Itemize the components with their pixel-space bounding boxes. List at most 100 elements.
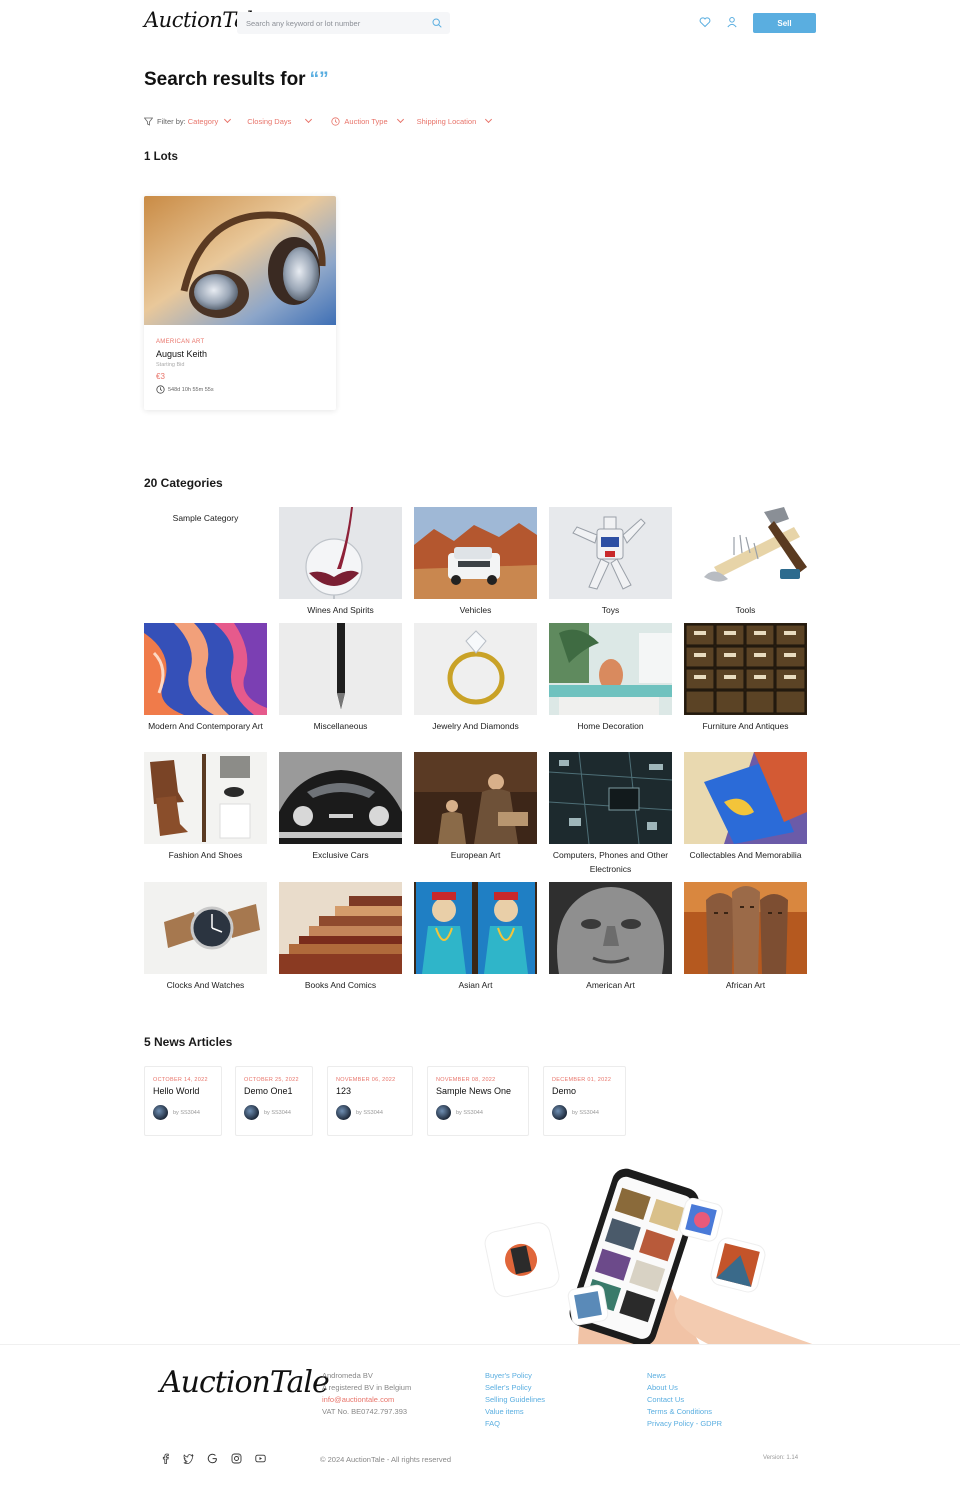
chevron-down-icon: [396, 115, 404, 124]
sell-button[interactable]: Sell: [753, 13, 816, 33]
filter-auction-type[interactable]: Auction Type: [331, 115, 404, 126]
filter-shipping-location-label: Shipping Location: [416, 116, 477, 126]
footer-links-policies: Buyer's Policy Seller's Policy Selling G…: [485, 1370, 545, 1430]
avatar: [552, 1105, 567, 1120]
footer-link-terms[interactable]: Terms & Conditions: [647, 1406, 722, 1418]
category-toys[interactable]: Toys: [549, 507, 672, 618]
filter-closing-days[interactable]: Closing Days: [247, 115, 313, 126]
category-label: Modern And Contemporary Art: [148, 721, 263, 731]
twitter-icon[interactable]: [183, 1453, 194, 1464]
category-home-decoration[interactable]: Home Decoration: [549, 623, 672, 734]
category-furniture-and-antiques[interactable]: Furniture And Antiques: [684, 623, 807, 734]
category-asian-art[interactable]: Asian Art: [414, 882, 537, 993]
category-label: Tools: [735, 605, 756, 615]
clock-icon: [331, 116, 340, 126]
news-title[interactable]: 123: [336, 1086, 404, 1096]
search-icon[interactable]: [432, 18, 442, 28]
category-fashion-and-shoes[interactable]: Fashion And Shoes: [144, 752, 267, 863]
lot-price: €3: [156, 372, 165, 381]
category-image: [414, 752, 537, 844]
category-american-art[interactable]: American Art: [549, 882, 672, 993]
news-author-name: by SS3044: [264, 1109, 291, 1116]
category-label: Collectables And Memorabilia: [689, 850, 802, 860]
news-title[interactable]: Sample News One: [436, 1086, 520, 1096]
copyright-text: © 2024 AuctionTale - All rights reserved: [320, 1455, 452, 1464]
footer-link-about-us[interactable]: About Us: [647, 1382, 722, 1394]
search-bar: [237, 12, 450, 34]
news-author: by SS3044: [153, 1105, 213, 1120]
category-image: [549, 623, 672, 715]
google-icon[interactable]: [207, 1453, 218, 1464]
news-date: DECEMBER 01, 2022: [552, 1077, 612, 1083]
site-header: AuctionTale Sell: [0, 0, 960, 46]
news-author: by SS3044: [436, 1105, 520, 1120]
news-title[interactable]: Demo One1: [244, 1086, 304, 1096]
category-label: Miscellaneous: [313, 721, 368, 731]
category-vehicles[interactable]: Vehicles: [414, 507, 537, 618]
lot-time-left: 548d 10h 55m 55s: [168, 386, 214, 393]
category-image: [684, 507, 807, 599]
category-miscellaneous[interactable]: Miscellaneous: [279, 623, 402, 734]
news-card[interactable]: NOVEMBER 08, 2022 Sample News One by SS3…: [427, 1066, 529, 1136]
category-wines-and-spirits[interactable]: Wines And Spirits: [279, 507, 402, 618]
user-icon[interactable]: [726, 16, 738, 28]
category-label: Exclusive Cars: [312, 850, 369, 860]
page-title: Search results for “”: [144, 69, 329, 91]
category-image: [279, 752, 402, 844]
news-author: by SS3044: [552, 1105, 617, 1120]
footer-link-buyers-policy[interactable]: Buyer's Policy: [485, 1370, 545, 1382]
footer-link-contact-us[interactable]: Contact Us: [647, 1394, 722, 1406]
category-image: [684, 623, 807, 715]
news-title[interactable]: Demo: [552, 1086, 617, 1096]
filter-category[interactable]: Category: [188, 115, 232, 126]
youtube-icon[interactable]: [255, 1453, 266, 1464]
lot-title[interactable]: August Keith: [156, 349, 207, 359]
category-image: [414, 507, 537, 599]
footer-link-sellers-policy[interactable]: Seller's Policy: [485, 1382, 545, 1394]
footer-link-value-items[interactable]: Value items: [485, 1406, 545, 1418]
footer-link-privacy[interactable]: Privacy Policy - GDPR: [647, 1418, 722, 1430]
news-card[interactable]: DECEMBER 01, 2022 Demo by SS3044: [543, 1066, 626, 1136]
lot-card[interactable]: AMERICAN ART August Keith Starting Bid €…: [144, 196, 336, 410]
chevron-down-icon: [224, 115, 232, 124]
page-title-text: Search results for: [144, 69, 306, 90]
company-email-link[interactable]: info@auctiontale.com: [322, 1394, 411, 1406]
news-card[interactable]: OCTOBER 14, 2022 Hello World by SS3044: [144, 1066, 222, 1136]
category-tools[interactable]: Tools: [684, 507, 807, 618]
category-european-art[interactable]: European Art: [414, 752, 537, 863]
search-input[interactable]: [237, 12, 427, 34]
filter-label: Filter by:: [157, 116, 186, 126]
category-computers-phones-and-other-electronics[interactable]: Computers, Phones and Other Electronics: [549, 752, 672, 876]
category-sample-category[interactable]: Sample Category: [144, 512, 267, 526]
footer-link-news[interactable]: News: [647, 1370, 722, 1382]
news-author: by SS3044: [244, 1105, 304, 1120]
facebook-icon[interactable]: [160, 1453, 171, 1464]
lot-bid-label: Starting Bid: [156, 362, 185, 368]
news-card[interactable]: NOVEMBER 06, 2022 123 by SS3044: [327, 1066, 413, 1136]
footer-logo[interactable]: AuctionTale: [160, 1365, 330, 1400]
heart-icon[interactable]: [699, 16, 711, 28]
category-image: [414, 882, 537, 974]
footer-link-selling-guidelines[interactable]: Selling Guidelines: [485, 1394, 545, 1406]
category-label: Vehicles: [459, 605, 492, 615]
category-image: [144, 752, 267, 844]
category-clocks-and-watches[interactable]: Clocks And Watches: [144, 882, 267, 993]
lot-category: AMERICAN ART: [156, 339, 205, 345]
category-label: Sample Category: [172, 513, 239, 523]
avatar: [436, 1105, 451, 1120]
company-name: Andromeda BV: [322, 1371, 373, 1380]
footer-link-faq[interactable]: FAQ: [485, 1418, 545, 1430]
instagram-icon[interactable]: [231, 1453, 242, 1464]
category-jewelry-and-diamonds[interactable]: Jewelry And Diamonds: [414, 623, 537, 734]
category-collectables-and-memorabilia[interactable]: Collectables And Memorabilia: [684, 752, 807, 863]
news-title[interactable]: Hello World: [153, 1086, 213, 1096]
news-card[interactable]: OCTOBER 25, 2022 Demo One1 by SS3044: [235, 1066, 313, 1136]
category-modern-and-contemporary-art[interactable]: Modern And Contemporary Art: [144, 623, 267, 734]
categories-heading: 20 Categories: [144, 476, 223, 490]
lots-count: 1 Lots: [144, 151, 178, 163]
filter-shipping-location[interactable]: Shipping Location: [416, 115, 493, 126]
category-books-and-comics[interactable]: Books And Comics: [279, 882, 402, 993]
lot-image-headphones[interactable]: [144, 196, 336, 325]
category-african-art[interactable]: African Art: [684, 882, 807, 993]
category-exclusive-cars[interactable]: Exclusive Cars: [279, 752, 402, 863]
